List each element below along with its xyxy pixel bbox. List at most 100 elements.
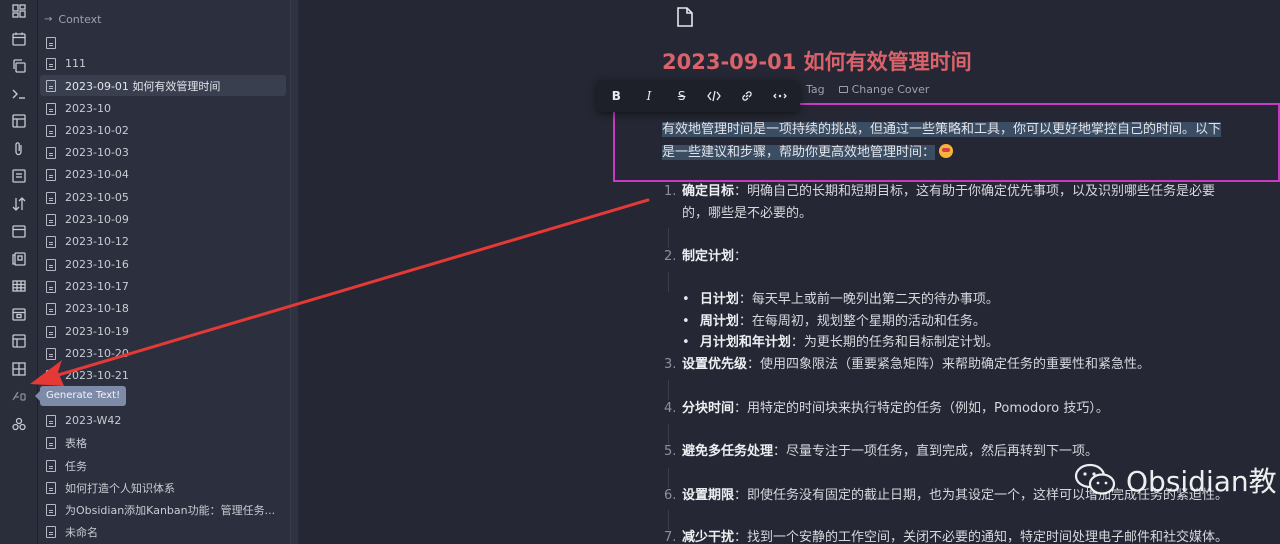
list-number: 2.: [664, 249, 677, 264]
generate-text-icon[interactable]: [11, 388, 27, 404]
file-item[interactable]: 2023-10-12: [40, 231, 286, 252]
file-item[interactable]: 2023-10-02: [40, 120, 286, 141]
table-icon[interactable]: [11, 278, 27, 294]
file-item[interactable]: 如何打造个人知识体系: [40, 477, 286, 498]
file-item[interactable]: 表格: [40, 432, 286, 453]
heart-eyes-emoji-icon: [939, 144, 954, 158]
file-icon: [46, 436, 56, 449]
link-button[interactable]: [735, 85, 759, 107]
strikethrough-button[interactable]: S: [670, 85, 694, 107]
file-item[interactable]: 2023-10-05: [40, 187, 286, 208]
calendar-alt-icon[interactable]: [11, 223, 27, 239]
file-label: 任务: [65, 459, 87, 473]
calendar-icon[interactable]: [11, 31, 27, 47]
indent-guide: [668, 272, 669, 292]
file-item[interactable]: 2023-W42: [40, 410, 286, 431]
file-item[interactable]: 2023-10: [40, 98, 286, 119]
file-label: 2023-10-05: [65, 191, 129, 204]
list-item-text: ：明确自己的长期和短期目标，这有助于你确定优先事项，以及识别哪些任务是必要: [734, 184, 1216, 199]
file-item[interactable]: [40, 32, 286, 53]
file-label: 2023-10-04: [65, 168, 129, 181]
change-cover-button[interactable]: Change Cover: [838, 83, 930, 96]
bullet-item[interactable]: 周计划：在每周初，规划整个星期的活动和任务。: [682, 311, 986, 333]
cover-label: Change Cover: [851, 83, 930, 96]
list-item[interactable]: 2. 制定计划：: [664, 246, 747, 268]
grid-icon[interactable]: [11, 361, 27, 377]
folder-label: Context: [58, 12, 102, 26]
indent-guide: [668, 228, 669, 248]
italic-button[interactable]: I: [637, 85, 661, 107]
file-icon: [46, 347, 56, 360]
file-label: 2023-10-20: [65, 347, 129, 360]
folder-context[interactable]: → Context: [44, 10, 101, 28]
file-icon: [46, 525, 56, 538]
file-label: 2023-09-01 如何有效管理时间: [65, 79, 221, 93]
file-item[interactable]: 2023-10-09: [40, 209, 286, 230]
list-item[interactable]: 3. 设置优先级：使用四象限法（重要紧急矩阵）来帮助确定任务的重要性和紧急性。: [664, 354, 1150, 376]
graph-icon[interactable]: [11, 416, 27, 432]
inline-math-button[interactable]: [768, 85, 792, 107]
explorer-scrollbar[interactable]: [290, 0, 298, 544]
layout-icon[interactable]: [11, 113, 27, 129]
calendar-check-icon[interactable]: [11, 306, 27, 322]
slides-icon[interactable]: [11, 251, 27, 267]
bullet-bold: 日计划: [699, 292, 739, 307]
list-add-icon[interactable]: [11, 168, 27, 184]
list-item-bold: 分块时间: [682, 401, 735, 416]
file-item[interactable]: 2023-10-18: [40, 298, 286, 319]
file-label: 为Obsidian添加Kanban功能：管理任务...: [65, 503, 276, 517]
list-item[interactable]: 4. 分块时间：用特定的时间块来执行特定的任务（例如，Pomodoro 技巧）。: [664, 398, 1109, 420]
file-icon: [46, 213, 56, 226]
file-icon: [46, 191, 56, 204]
file-item[interactable]: 2023-10-19: [40, 321, 286, 342]
tag-label: Tag: [806, 83, 825, 96]
list-item-bold: 设置期限: [682, 488, 735, 503]
file-icon: [46, 459, 56, 472]
bullet-item[interactable]: 月计划和年计划：为更长期的任务和目标制定计划。: [682, 332, 999, 354]
file-icon: [46, 302, 56, 315]
file-item[interactable]: 2023-10-17: [40, 276, 286, 297]
bullet-text: ：为更长期的任务和目标制定计划。: [790, 335, 999, 350]
selected-paragraph[interactable]: 有效地管理时间是一项持续的挑战，但通过一些策略和工具，你可以更好地掌控自己的时间…: [662, 118, 1280, 164]
bullet-item[interactable]: 日计划：每天早上或前一晚列出第二天的待办事项。: [682, 289, 999, 311]
file-icon: [46, 369, 56, 382]
copy-icon[interactable]: [11, 58, 27, 74]
code-button[interactable]: [702, 85, 726, 107]
dashboard-icon[interactable]: [11, 3, 27, 19]
list-item[interactable]: 1. 确定目标：明确自己的长期和短期目标，这有助于你确定优先事项，以及识别哪些任务…: [664, 181, 1215, 203]
note-page-icon[interactable]: [676, 6, 694, 28]
file-icon: [46, 280, 56, 293]
file-icon: [46, 57, 56, 70]
file-label: 2023-10-18: [65, 302, 129, 315]
file-item[interactable]: 为Obsidian添加Kanban功能：管理任务...: [40, 499, 286, 520]
wechat-icon: [1072, 462, 1118, 498]
terminal-icon[interactable]: [11, 86, 27, 102]
file-item[interactable]: 2023-10-04: [40, 164, 286, 185]
file-label: 2023-10-12: [65, 235, 129, 248]
layout-alt-icon[interactable]: [11, 333, 27, 349]
file-icon: [46, 503, 56, 516]
file-item[interactable]: 2023-10-16: [40, 254, 286, 275]
file-item[interactable]: 2023-10-20: [40, 343, 286, 364]
list-item[interactable]: 5. 避免多任务处理：尽量专注于一项任务，直到完成，然后再转到下一项。: [664, 441, 1098, 463]
file-item[interactable]: 2023-09-01 如何有效管理时间: [40, 75, 286, 96]
list-item-bold: 确定目标: [682, 184, 735, 199]
file-icon: [46, 102, 56, 115]
list-item[interactable]: 7. 减少干扰：找到一个安静的工作空间，关闭不必要的通知，特定时间处理电子邮件和社…: [664, 527, 1280, 544]
paperclip-icon[interactable]: [11, 141, 27, 157]
file-icon: [46, 235, 56, 248]
sort-icon[interactable]: [11, 196, 27, 212]
file-icon: [46, 79, 56, 92]
file-label: 2023-10-19: [65, 325, 129, 338]
file-label: 111: [65, 57, 86, 70]
file-item[interactable]: 111: [40, 53, 286, 74]
note-title[interactable]: 2023-09-01 如何有效管理时间: [662, 46, 972, 76]
generate-text-tooltip: Generate Text!: [34, 386, 127, 406]
file-item[interactable]: 任务: [40, 455, 286, 476]
file-item[interactable]: 2023-10-21: [40, 365, 286, 386]
file-item[interactable]: 2023-10-03: [40, 142, 286, 163]
image-icon: [838, 86, 848, 93]
add-tag-button[interactable]: Tag: [806, 83, 825, 96]
bold-button[interactable]: B: [604, 85, 628, 107]
file-item[interactable]: 未命名: [40, 521, 286, 542]
